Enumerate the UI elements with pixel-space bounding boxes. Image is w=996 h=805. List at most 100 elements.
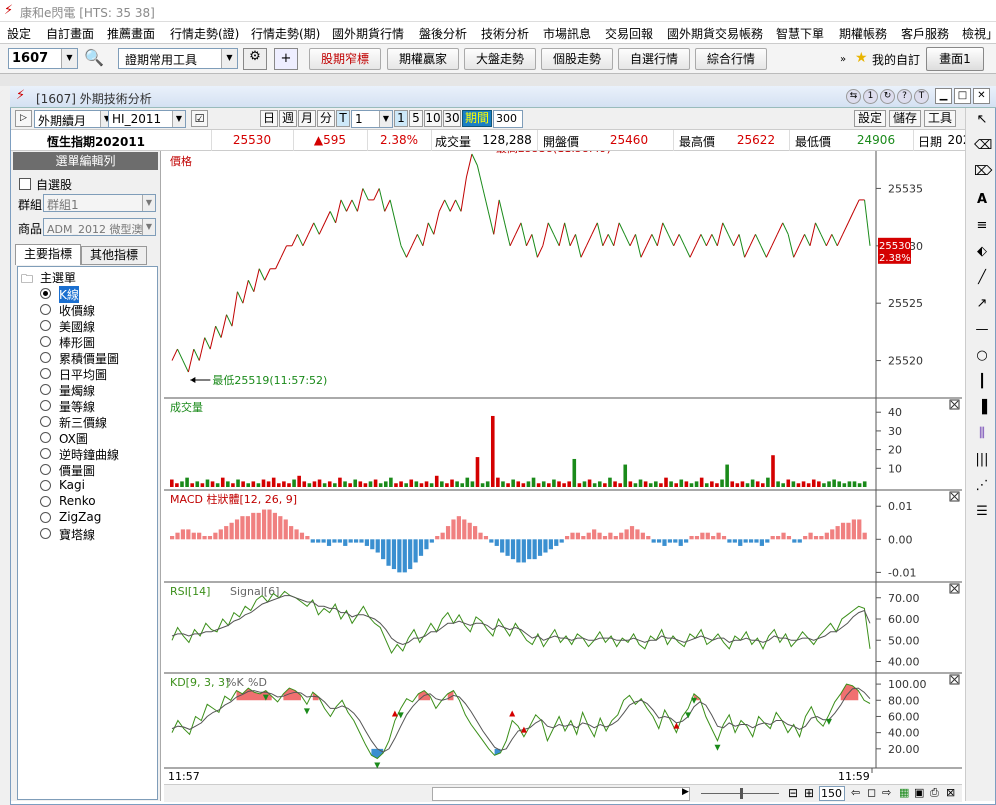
code-input[interactable]: 1607 ▼ bbox=[8, 48, 78, 69]
chevron-down-icon[interactable]: ▼ bbox=[142, 195, 155, 211]
zoom-slider-handle[interactable] bbox=[740, 788, 743, 799]
radio-button[interactable] bbox=[40, 320, 51, 331]
radio-button[interactable] bbox=[40, 400, 51, 411]
chevron-down-icon[interactable]: ▼ bbox=[142, 219, 155, 235]
interval-select[interactable]: 1 ▼ bbox=[351, 110, 393, 128]
num-5[interactable]: 5 bbox=[409, 110, 423, 127]
num-1[interactable]: 1 bbox=[394, 110, 408, 127]
radio-button[interactable] bbox=[40, 288, 51, 299]
menu-market-news[interactable]: 市場訊息 bbox=[543, 25, 591, 42]
radio-button[interactable] bbox=[40, 528, 51, 539]
market-trend-button[interactable]: 大盤走勢 bbox=[464, 48, 536, 70]
menu-foreign-futures-account[interactable]: 國外期貨交易帳務 bbox=[667, 25, 763, 42]
period-minute[interactable]: 分 bbox=[317, 110, 335, 127]
candle-tool-icon[interactable]: ▐ bbox=[974, 400, 990, 416]
vertical-line-icon[interactable]: ┃ bbox=[974, 374, 990, 390]
period-week[interactable]: 週 bbox=[279, 110, 297, 127]
help-icon[interactable]: ? bbox=[897, 89, 912, 104]
minimize-icon[interactable]: ▁ bbox=[935, 88, 952, 104]
tool-select[interactable]: 證期常用工具 ▼ bbox=[118, 48, 238, 69]
zoom-in-icon[interactable]: ⊞ bbox=[804, 786, 814, 800]
chevron-down-icon[interactable]: ▼ bbox=[172, 111, 185, 127]
scroll-right-icon[interactable]: ▶ bbox=[682, 787, 689, 797]
eraser-all-icon[interactable]: ⌦ bbox=[974, 164, 992, 180]
self-select-checkbox[interactable] bbox=[19, 178, 31, 190]
radio-button[interactable] bbox=[40, 352, 51, 363]
radio-button[interactable] bbox=[40, 496, 51, 507]
tools-button[interactable]: 工具 bbox=[924, 110, 956, 127]
fibonacci-icon[interactable]: ⫼ bbox=[974, 426, 990, 442]
menu-view[interactable]: 檢視」 bbox=[962, 25, 996, 42]
radio-button[interactable] bbox=[40, 480, 51, 491]
chevron-down-icon[interactable]: ▼ bbox=[379, 111, 392, 127]
cursor-arrow-icon[interactable]: ↖ bbox=[974, 112, 990, 128]
radio-button[interactable] bbox=[40, 448, 51, 459]
text-tool-icon[interactable]: A bbox=[974, 192, 990, 208]
stock-futures-button[interactable]: 股期窄標 bbox=[309, 48, 381, 70]
radio-button[interactable] bbox=[40, 416, 51, 427]
options-winner-button[interactable]: 期權贏家 bbox=[387, 48, 459, 70]
menu-settings[interactable]: 設定 bbox=[7, 25, 31, 42]
settings-button[interactable]: 設定 bbox=[854, 110, 886, 127]
radio-button[interactable] bbox=[40, 512, 51, 523]
tab-other-indicators[interactable]: 其他指標 bbox=[81, 246, 147, 265]
close-icon[interactable]: ✕ bbox=[973, 88, 990, 104]
chevron-down-icon[interactable]: ▼ bbox=[61, 49, 77, 68]
fill-tool-icon[interactable]: ⬖ bbox=[974, 244, 990, 260]
period-select[interactable]: 外期續月 ▼ bbox=[34, 110, 114, 128]
eraser-icon[interactable]: ⌫ bbox=[974, 138, 992, 154]
tree-root[interactable]: 主選單 bbox=[40, 269, 76, 286]
favorite-label[interactable]: 我的自訂 bbox=[872, 51, 920, 68]
excel-icon[interactable]: ▦ bbox=[899, 786, 909, 799]
period-month[interactable]: 月 bbox=[298, 110, 316, 127]
circle-tool-icon[interactable]: ○ bbox=[974, 348, 990, 364]
menu-options-account[interactable]: 期權帳務 bbox=[839, 25, 887, 42]
zoom-input[interactable]: 150 bbox=[819, 786, 845, 801]
period-day[interactable]: 日 bbox=[260, 110, 278, 127]
period-value-input[interactable]: 300 bbox=[493, 110, 523, 128]
menu-trend-stock[interactable]: 行情走勢(證) bbox=[170, 25, 239, 42]
scroll-end-icon[interactable]: ⇨ bbox=[882, 786, 891, 799]
lines-tool-icon[interactable]: ≡ bbox=[974, 218, 990, 234]
radio-button[interactable] bbox=[40, 464, 51, 475]
menu-smart-order[interactable]: 智慧下單 bbox=[776, 25, 824, 42]
menu-foreign-futures-quotes[interactable]: 國外期貨行情 bbox=[332, 25, 404, 42]
menu-trend-futures[interactable]: 行情走勢(期) bbox=[251, 25, 320, 42]
composite-quote-button[interactable]: 綜合行情 bbox=[695, 48, 767, 70]
chevron-down-icon[interactable]: ▼ bbox=[221, 49, 237, 68]
radio-button[interactable] bbox=[40, 432, 51, 443]
radio-button[interactable] bbox=[40, 304, 51, 315]
one-icon[interactable]: 1 bbox=[863, 89, 878, 104]
tab-main-indicators[interactable]: 主要指標 bbox=[15, 244, 81, 265]
arrow-line-icon[interactable]: ↗ bbox=[974, 296, 990, 312]
tool-icon[interactable]: ⚙ bbox=[243, 48, 267, 70]
text-list-icon[interactable]: ☰ bbox=[974, 504, 990, 520]
stock-trend-button[interactable]: 個股走勢 bbox=[541, 48, 613, 70]
product-select[interactable]: ADM_2012 微型澳 ▼ bbox=[43, 218, 156, 236]
group-select[interactable]: 群組1 ▼ bbox=[43, 194, 156, 212]
play-icon[interactable]: ▷ bbox=[15, 110, 32, 127]
horizontal-line-icon[interactable]: — bbox=[974, 322, 990, 338]
star-icon[interactable]: ★ bbox=[855, 50, 868, 66]
link-icon[interactable]: ⇆ bbox=[846, 89, 861, 104]
menu-trade-report[interactable]: 交易回報 bbox=[605, 25, 653, 42]
menu-technical[interactable]: 技術分析 bbox=[481, 25, 529, 42]
num-30[interactable]: 30 bbox=[443, 110, 461, 127]
num-10[interactable]: 10 bbox=[424, 110, 442, 127]
symbol-select[interactable]: HI_2011 ▼ bbox=[108, 110, 186, 128]
stop-icon[interactable]: ◻ bbox=[867, 786, 876, 799]
save-button[interactable]: 儲存 bbox=[889, 110, 921, 127]
watchlist-button[interactable]: 自選行情 bbox=[618, 48, 690, 70]
menu-customer-service[interactable]: 客戶服務 bbox=[901, 25, 949, 42]
grid-icon[interactable]: ⊠ bbox=[946, 786, 955, 799]
radio-button[interactable] bbox=[40, 336, 51, 347]
more-icon[interactable]: » bbox=[840, 54, 846, 65]
menu-after-hours[interactable]: 盤後分析 bbox=[419, 25, 467, 42]
scroll-left-icon[interactable]: ⇦ bbox=[851, 786, 860, 799]
print-icon[interactable]: ⎙ bbox=[930, 786, 939, 800]
save-disk-icon[interactable]: ▣ bbox=[914, 786, 924, 799]
radio-button[interactable] bbox=[40, 384, 51, 395]
zoom-out-icon[interactable]: ⊟ bbox=[788, 786, 798, 800]
screen-1-tab[interactable]: 畫面1 bbox=[926, 47, 984, 71]
add-window-icon[interactable]: + bbox=[274, 48, 298, 70]
